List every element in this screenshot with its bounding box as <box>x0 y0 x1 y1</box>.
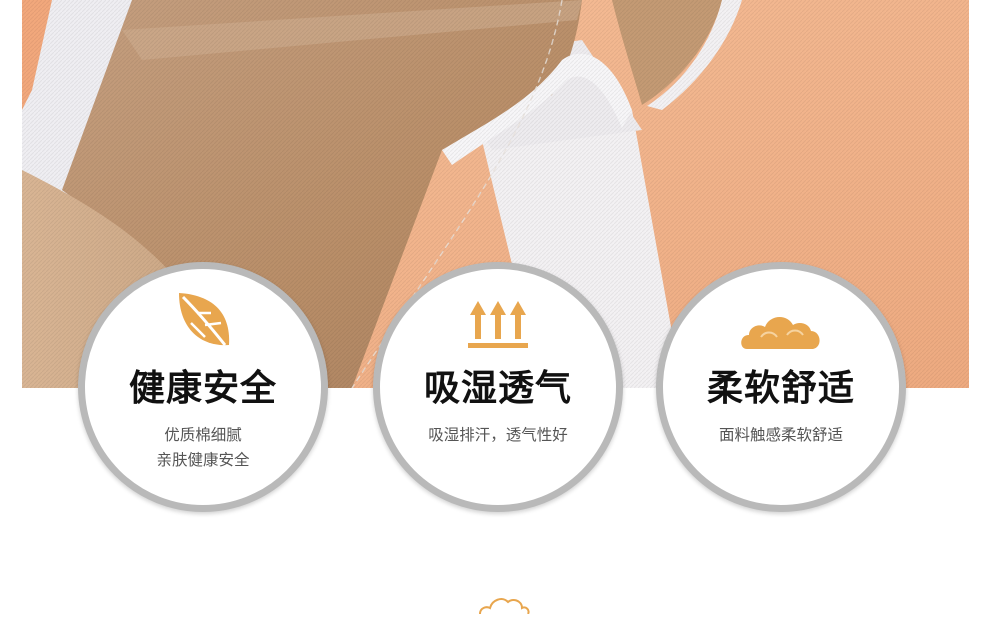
leaf-icon <box>171 289 235 353</box>
feature-line: 亲肤健康安全 <box>156 451 250 469</box>
feature-badge-breathable: 吸湿透气 吸湿排汗，透气性好 <box>373 262 623 512</box>
feature-title: 健康安全 <box>128 368 277 409</box>
feature-badge-health: 健康安全 优质棉细腻 亲肤健康安全 <box>78 262 328 512</box>
feature-badge-soft: 柔软舒适 面料触感柔软舒适 <box>656 262 906 512</box>
feature-title: 柔软舒适 <box>706 368 855 409</box>
feature-description: 优质棉细腻 亲肤健康安全 <box>85 423 321 473</box>
breathable-arrows-icon <box>466 295 530 351</box>
feature-line: 面料触感柔软舒适 <box>718 426 843 444</box>
feature-line: 优质棉细腻 <box>164 426 242 444</box>
feature-line: 吸湿排汗，透气性好 <box>428 426 568 444</box>
feature-description: 面料触感柔软舒适 <box>663 423 899 448</box>
cloud-outline-icon <box>476 594 532 618</box>
feature-description: 吸湿排汗，透气性好 <box>380 423 616 448</box>
feature-title: 吸湿透气 <box>423 368 572 409</box>
cloud-icon <box>739 309 823 353</box>
